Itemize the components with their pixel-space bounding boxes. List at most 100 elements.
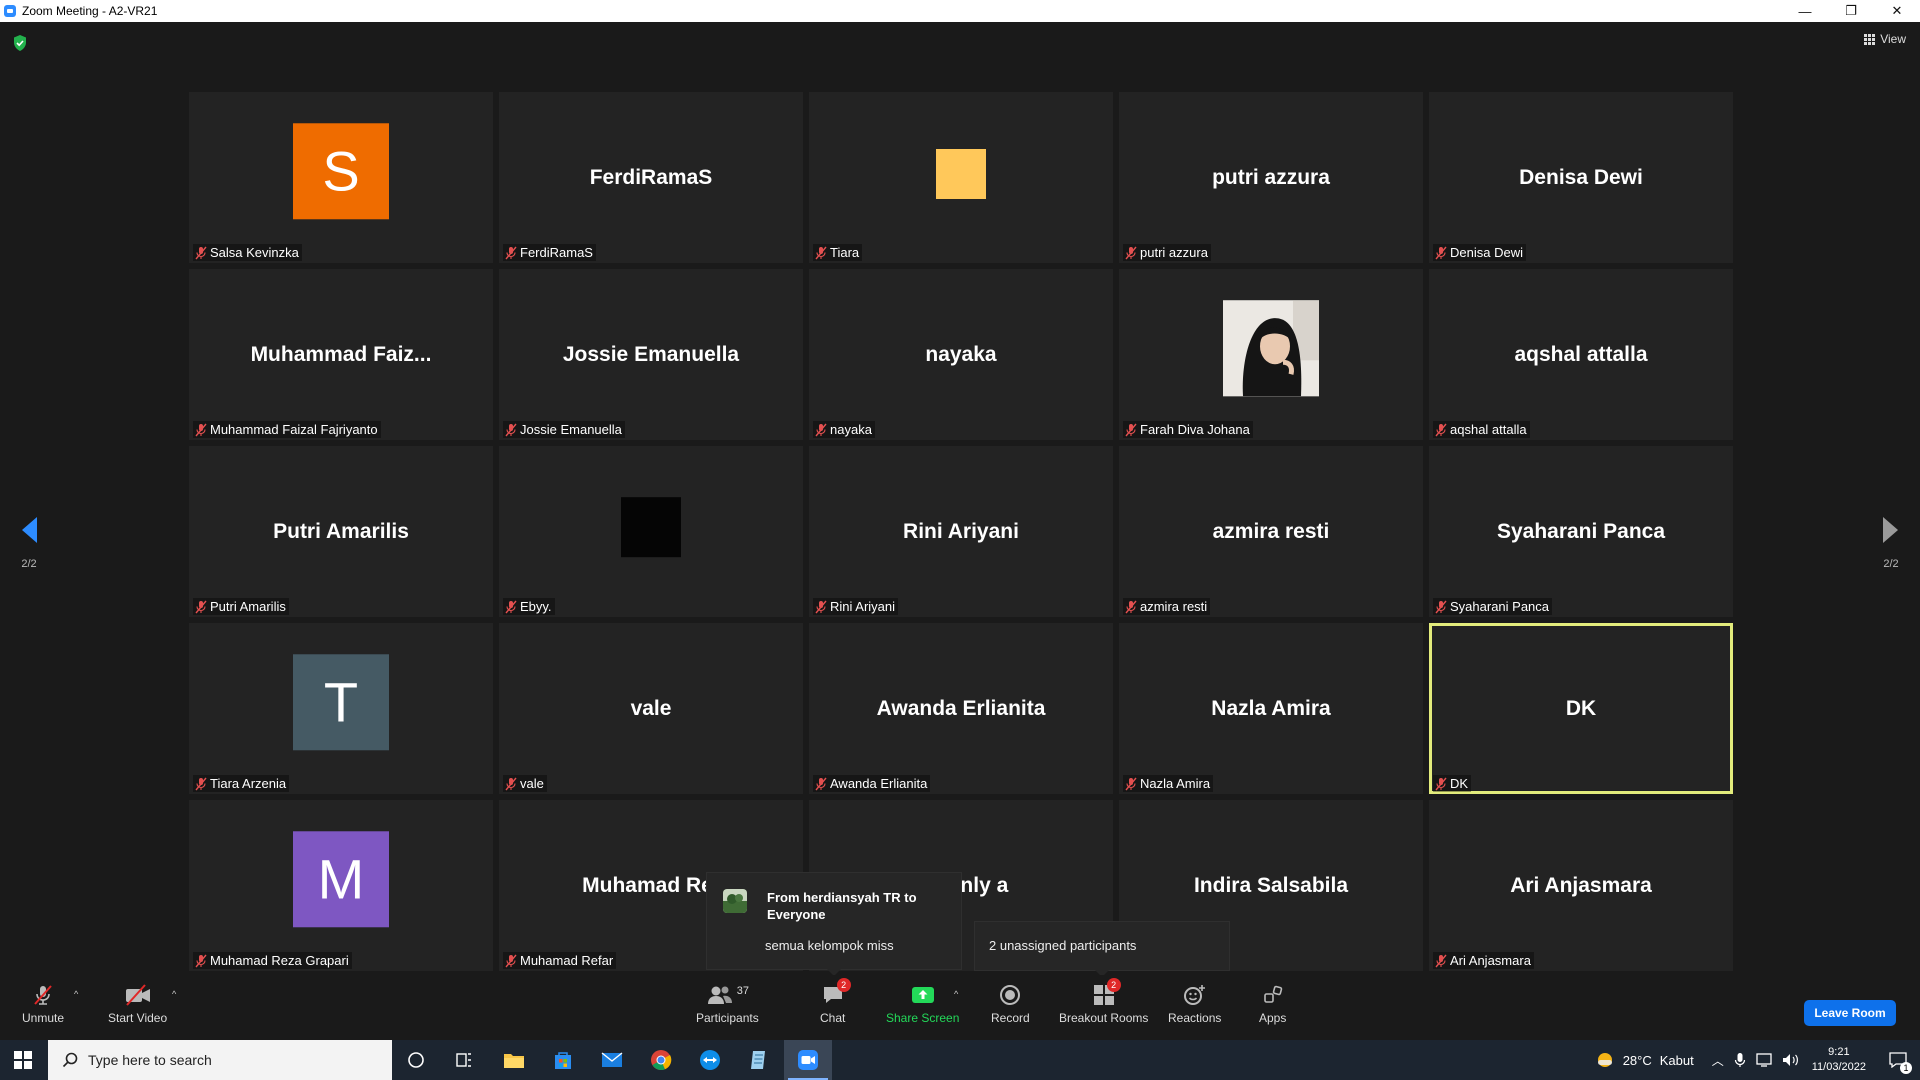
participant-name-label: Jossie Emanuella (503, 421, 625, 438)
minimize-button[interactable]: — (1782, 0, 1828, 22)
chrome-app[interactable] (637, 1040, 685, 1080)
zoom-taskbar-icon (798, 1050, 818, 1070)
profile-photo (1223, 299, 1319, 396)
audio-options-caret-icon[interactable]: ^ (74, 989, 78, 999)
zoom-app[interactable] (784, 1040, 832, 1080)
participant-name-label: Putri Amarilis (193, 598, 289, 615)
chat-notification[interactable]: From herdiansyah TR to Everyone semua ke… (706, 872, 962, 970)
participant-name-label: Tiara (813, 244, 863, 261)
arrow-left-icon (22, 517, 37, 543)
muted-mic-icon (195, 777, 207, 790)
participant-tile[interactable]: Putri Amarilis Putri Amarilis (189, 446, 493, 617)
unmute-button[interactable]: Unmute (22, 983, 64, 1025)
avatar: M (293, 830, 389, 927)
view-label: View (1880, 32, 1906, 46)
notepad-app[interactable] (735, 1040, 783, 1080)
participant-name-label: Awanda Erlianita (813, 775, 931, 792)
avatar (621, 496, 681, 557)
participant-display-name: Awanda Erlianita (876, 696, 1046, 720)
participant-tile[interactable]: Farah Diva Johana (1119, 269, 1423, 440)
reactions-button[interactable]: Reactions (1168, 983, 1221, 1025)
participant-tile[interactable]: Denisa Dewi Denisa Dewi (1429, 92, 1733, 263)
muted-mic-icon (1125, 246, 1137, 259)
system-clock[interactable]: 9:21 11/03/2022 (1812, 1045, 1866, 1075)
participant-tile[interactable]: Tiara (809, 92, 1113, 263)
participant-display-name: Putri Amarilis (273, 519, 409, 543)
participant-tile[interactable]: Ebyy. (499, 446, 803, 617)
view-button[interactable]: View (1864, 32, 1906, 46)
participant-tile[interactable]: aqshal attalla aqshal attalla (1429, 269, 1733, 440)
participant-tile[interactable]: Awanda Erlianita Awanda Erlianita (809, 623, 1113, 794)
leave-room-button[interactable]: Leave Room (1804, 1000, 1896, 1026)
participant-tile[interactable]: Syaharani Panca Syaharani Panca (1429, 446, 1733, 617)
weather-temperature[interactable]: 28°C (1623, 1053, 1652, 1068)
avatar: T (293, 653, 389, 750)
apps-button[interactable]: Apps (1259, 983, 1286, 1025)
breakout-rooms-button[interactable]: 2 Breakout Rooms (1059, 978, 1148, 1025)
weather-sun-icon[interactable] (1595, 1050, 1615, 1070)
participant-tile[interactable]: Jossie Emanuella Jossie Emanuella (499, 269, 803, 440)
show-hidden-icons-chevron-icon[interactable]: ︿ (1712, 1052, 1724, 1069)
participant-name: Syaharani Panca (1450, 599, 1550, 614)
teamviewer-icon (700, 1050, 720, 1070)
participant-tile[interactable]: Nazla Amira Nazla Amira (1119, 623, 1423, 794)
participant-tile[interactable]: putri azzura putri azzura (1119, 92, 1423, 263)
task-view-button[interactable] (440, 1040, 488, 1080)
share-options-caret-icon[interactable]: ^ (954, 989, 958, 999)
encryption-shield-icon[interactable] (12, 34, 28, 52)
volume-icon[interactable] (1782, 1052, 1800, 1068)
participant-tile[interactable]: T Tiara Arzenia (189, 623, 493, 794)
weather-description[interactable]: Kabut (1660, 1053, 1694, 1068)
share-screen-button[interactable]: Share Screen (886, 983, 959, 1025)
mail-app[interactable] (588, 1040, 636, 1080)
participant-display-name: Denisa Dewi (1519, 165, 1643, 189)
participant-name-label: putri azzura (1123, 244, 1211, 261)
participant-display-name: vale (630, 696, 672, 720)
participant-name-label: Nazla Amira (1123, 775, 1214, 792)
network-icon[interactable] (1756, 1052, 1774, 1068)
participant-tile[interactable]: nayaka nayaka (809, 269, 1113, 440)
participant-name-label: Salsa Kevinzka (193, 244, 302, 261)
record-button[interactable]: Record (991, 983, 1030, 1025)
participant-name-label: Farah Diva Johana (1123, 421, 1253, 438)
cortana-button[interactable] (392, 1040, 440, 1080)
page-indicator-right: 2/2 (1883, 558, 1899, 570)
participant-tile[interactable]: vale vale (499, 623, 803, 794)
participant-tile[interactable]: M Muhamad Reza Grapari (189, 800, 493, 971)
restore-button[interactable]: ❐ (1828, 0, 1874, 22)
participant-name: Denisa Dewi (1450, 245, 1523, 260)
taskbar-search-box[interactable]: Type here to search (48, 1040, 392, 1080)
participants-button[interactable]: 37 Participants (696, 983, 759, 1025)
next-page-button[interactable]: 2/2 (1876, 515, 1906, 570)
participant-display-name: aqshal attalla (1514, 342, 1648, 366)
start-button[interactable] (0, 1040, 46, 1080)
participant-tile[interactable]: Ari Anjasmara Ari Anjasmara (1429, 800, 1733, 971)
previous-page-button[interactable]: 2/2 (14, 515, 44, 570)
breakout-notification[interactable]: 2 unassigned participants (974, 921, 1230, 971)
participant-name: Salsa Kevinzka (210, 245, 299, 260)
chat-message: semua kelompok miss (765, 938, 894, 953)
participant-tile[interactable]: azmira resti azmira resti (1119, 446, 1423, 617)
participant-display-name: Nazla Amira (1211, 696, 1331, 720)
microphone-tray-icon[interactable] (1734, 1052, 1746, 1068)
muted-mic-icon (505, 954, 517, 967)
share-screen-label: Share Screen (886, 1011, 960, 1025)
participant-name-label: Muhamad Refar (503, 952, 617, 969)
video-options-caret-icon[interactable]: ^ (172, 989, 176, 999)
close-button[interactable]: ✕ (1874, 0, 1920, 22)
participant-tile[interactable]: Rini Ariyani Rini Ariyani (809, 446, 1113, 617)
participant-tile[interactable]: S Salsa Kevinzka (189, 92, 493, 263)
participant-tile[interactable]: DK DK (1429, 623, 1733, 794)
store-app[interactable] (539, 1040, 587, 1080)
notification-count: 1 (1900, 1062, 1912, 1074)
participant-display-name: putri azzura (1212, 165, 1330, 189)
chat-button[interactable]: 2 Chat (820, 978, 851, 1025)
participant-tile[interactable]: FerdiRamaS FerdiRamaS (499, 92, 803, 263)
participant-tile[interactable]: Muhammad Faiz... Muhammad Faizal Fajriyan… (189, 269, 493, 440)
start-video-button[interactable]: Start Video (108, 983, 167, 1025)
teamviewer-app[interactable] (686, 1040, 734, 1080)
participant-name-label: Ebyy. (503, 598, 555, 615)
action-center-button[interactable]: 1 (1884, 1040, 1912, 1080)
participant-name-label: nayaka (813, 421, 875, 438)
file-explorer-app[interactable] (490, 1040, 538, 1080)
